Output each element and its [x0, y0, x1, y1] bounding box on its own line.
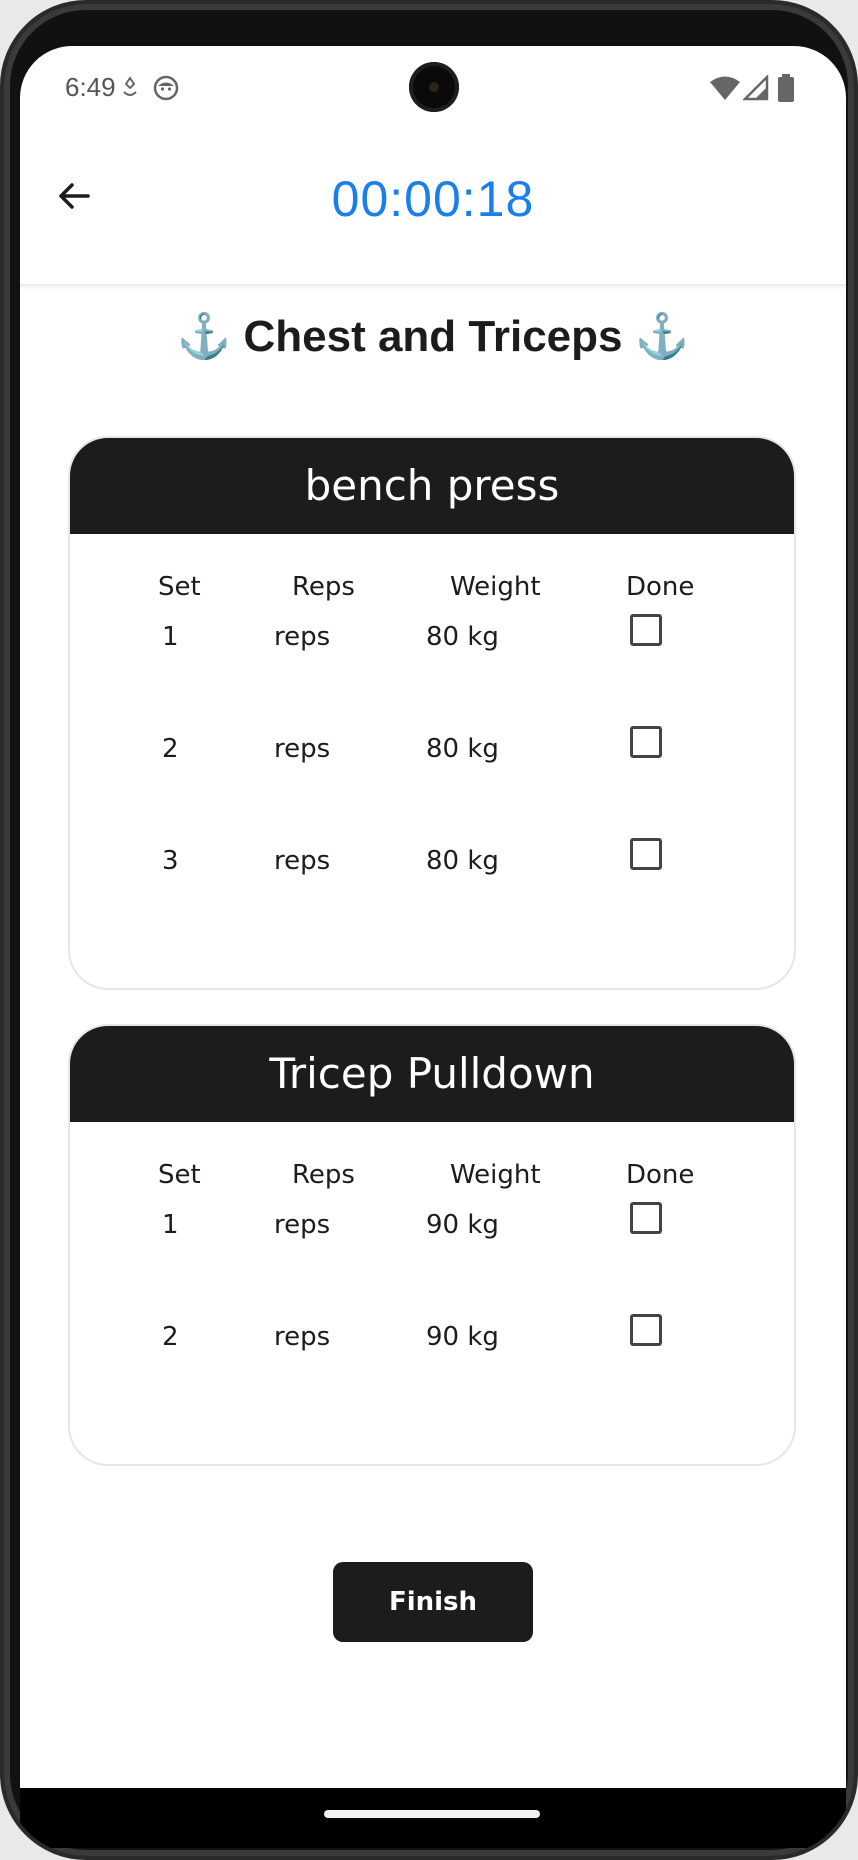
- navigation-bar: [20, 1788, 846, 1848]
- screen: 6:49 00:00:18 ⚓ Chest and Triceps ⚓ benc…: [20, 46, 846, 1806]
- set-reps[interactable]: reps: [274, 1322, 330, 1352]
- face-notification-icon: [152, 74, 180, 102]
- column-header-done: Done: [626, 572, 695, 602]
- workout-timer: 00:00:18: [331, 171, 535, 227]
- set-reps[interactable]: reps: [274, 1210, 330, 1240]
- workout-title-text: Chest and Triceps: [243, 312, 623, 361]
- set-weight[interactable]: 90 kg: [426, 1210, 499, 1240]
- finish-button[interactable]: Finish: [333, 1562, 533, 1642]
- done-checkbox[interactable]: [630, 726, 662, 758]
- exercise-name: Tricep Pulldown: [70, 1026, 794, 1122]
- set-number: 1: [162, 622, 179, 652]
- set-weight[interactable]: 90 kg: [426, 1322, 499, 1352]
- done-checkbox[interactable]: [630, 1202, 662, 1234]
- set-reps[interactable]: reps: [274, 846, 330, 876]
- location-drop-icon: [116, 74, 144, 102]
- wifi-icon: [708, 74, 742, 102]
- column-header-weight: Weight: [450, 572, 541, 602]
- set-weight[interactable]: 80 kg: [426, 846, 499, 876]
- set-number: 2: [162, 1322, 179, 1352]
- set-number: 3: [162, 846, 179, 876]
- exercise-name: bench press: [70, 438, 794, 534]
- front-camera: [409, 62, 459, 112]
- set-row: 2 reps 80 kg: [70, 716, 794, 828]
- done-checkbox[interactable]: [630, 838, 662, 870]
- set-row: 3 reps 80 kg: [70, 828, 794, 940]
- column-header-reps: Reps: [292, 1160, 355, 1190]
- column-header-reps: Reps: [292, 572, 355, 602]
- done-checkbox[interactable]: [630, 614, 662, 646]
- signal-icon: [742, 74, 770, 102]
- exercise-card: Tricep Pulldown Set Reps Weight Done 1 r…: [68, 1024, 796, 1466]
- set-row: 2 reps 90 kg: [70, 1304, 794, 1416]
- status-time: 6:49: [65, 72, 116, 102]
- anchor-icon: ⚓: [176, 312, 232, 361]
- set-weight[interactable]: 80 kg: [426, 622, 499, 652]
- workout-title: ⚓ Chest and Triceps ⚓: [20, 310, 846, 362]
- app-bar: 00:00:18: [20, 132, 846, 286]
- exercise-card: bench press Set Reps Weight Done 1 reps …: [68, 436, 796, 990]
- set-number: 2: [162, 734, 179, 764]
- set-number: 1: [162, 1210, 179, 1240]
- column-header-done: Done: [626, 1160, 695, 1190]
- done-checkbox[interactable]: [630, 1314, 662, 1346]
- anchor-icon: ⚓: [634, 312, 690, 361]
- set-weight[interactable]: 80 kg: [426, 734, 499, 764]
- battery-icon: [772, 74, 800, 102]
- device-frame: 6:49 00:00:18 ⚓ Chest and Triceps ⚓ benc…: [0, 0, 858, 1860]
- column-headers: Set Reps Weight Done: [70, 534, 794, 604]
- status-bar: 6:49: [20, 46, 846, 132]
- column-headers: Set Reps Weight Done: [70, 1122, 794, 1192]
- set-reps[interactable]: reps: [274, 622, 330, 652]
- column-header-set: Set: [158, 572, 201, 602]
- column-header-weight: Weight: [450, 1160, 541, 1190]
- home-gesture-handle[interactable]: [324, 1810, 540, 1818]
- set-row: 1 reps 90 kg: [70, 1192, 794, 1304]
- set-reps[interactable]: reps: [274, 734, 330, 764]
- column-header-set: Set: [158, 1160, 201, 1190]
- set-row: 1 reps 80 kg: [70, 604, 794, 716]
